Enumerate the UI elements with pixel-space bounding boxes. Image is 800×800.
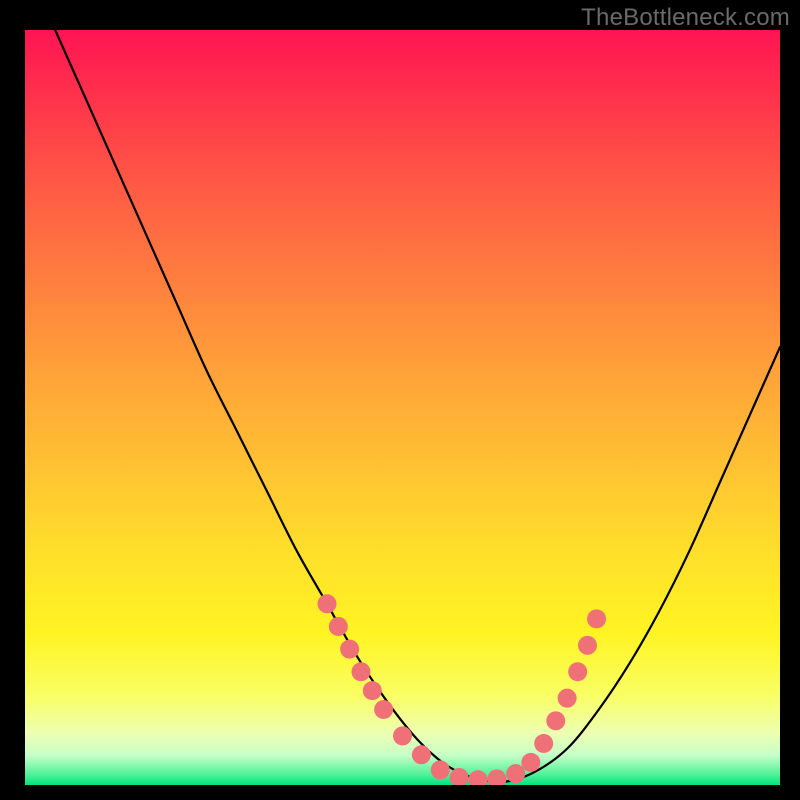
marker-dot <box>578 636 597 655</box>
marker-dot <box>568 662 587 681</box>
marker-dot <box>450 768 469 785</box>
marker-dot <box>329 617 348 636</box>
marker-dot <box>487 769 506 785</box>
marker-dot <box>412 745 431 764</box>
marker-dot <box>506 764 525 783</box>
marker-dot <box>534 734 553 753</box>
marker-dot <box>521 753 540 772</box>
highlighted-points <box>318 594 607 785</box>
watermark-text: TheBottleneck.com <box>581 4 790 32</box>
marker-dot <box>351 662 370 681</box>
marker-dot <box>546 711 565 730</box>
marker-dot <box>469 770 488 785</box>
curve-layer <box>25 30 780 785</box>
bottleneck-curve <box>55 30 780 782</box>
marker-dot <box>558 689 577 708</box>
marker-dot <box>363 681 382 700</box>
plot-area <box>25 30 780 785</box>
marker-dot <box>393 726 412 745</box>
marker-dot <box>374 700 393 719</box>
marker-dot <box>340 640 359 659</box>
marker-dot <box>587 609 606 628</box>
marker-dot <box>431 760 450 779</box>
marker-dot <box>318 594 337 613</box>
chart-frame: TheBottleneck.com <box>0 0 800 800</box>
